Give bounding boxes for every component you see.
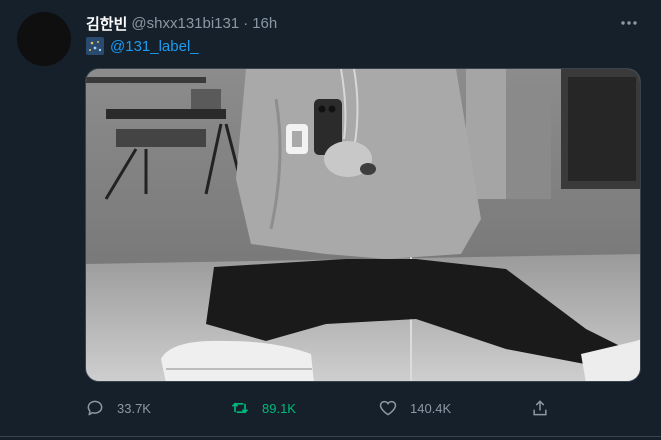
timestamp[interactable]: 16h: [252, 15, 277, 32]
mention-link[interactable]: @131_label_: [110, 38, 199, 55]
heart-icon: [378, 398, 398, 418]
like-count: 140.4K: [410, 400, 452, 416]
retweet-button[interactable]: 89.1K: [230, 394, 296, 422]
share-icon: [530, 398, 550, 418]
more-horizontal-icon: [621, 21, 637, 25]
author-handle[interactable]: @shxx131bi131: [131, 15, 239, 32]
globe-emoji-icon: [86, 37, 104, 55]
reply-icon: [85, 398, 105, 418]
tweet-header: 김한빈 @shxx131bi131 · 16h: [86, 12, 621, 34]
retweet-count: 89.1K: [262, 400, 296, 416]
share-button[interactable]: [530, 394, 562, 422]
tweet-photo[interactable]: [85, 68, 641, 382]
retweet-icon: [230, 398, 250, 418]
action-bar: 33.7K 89.1K 140.4K: [85, 394, 555, 422]
separator: ·: [243, 14, 249, 32]
avatar[interactable]: [17, 12, 71, 66]
tweet-text: @131_label_: [86, 36, 199, 56]
reply-count: 33.7K: [117, 400, 151, 416]
photo-image: [86, 69, 640, 381]
reply-button[interactable]: 33.7K: [85, 394, 151, 422]
like-button[interactable]: 140.4K: [378, 394, 451, 422]
more-button[interactable]: [619, 14, 639, 32]
tweet[interactable]: 김한빈 @shxx131bi131 · 16h @131_label_ 33.7…: [0, 0, 661, 440]
author-name[interactable]: 김한빈: [86, 13, 127, 34]
divider: [0, 436, 661, 437]
